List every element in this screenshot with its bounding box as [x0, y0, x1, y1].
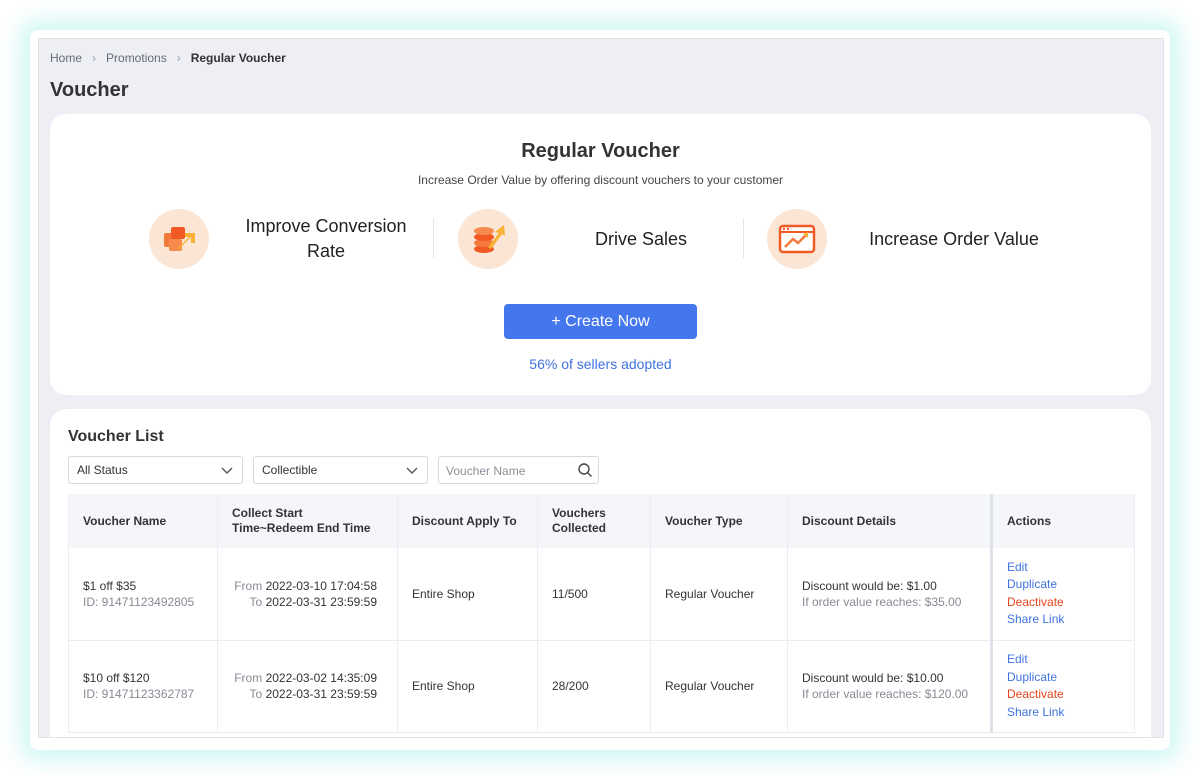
voucher-list-title: Voucher List: [68, 428, 164, 445]
table-row: $10 off $120 ID: 91471123362787 From 202…: [68, 640, 1135, 733]
collect-start-time: 2022-03-10 17:04:58: [265, 578, 377, 593]
adoption-rate-text: 56% of sellers adopted: [529, 356, 672, 372]
deactivate-link[interactable]: Deactivate: [1007, 594, 1120, 612]
discount-amount: Discount would be: $1.00: [802, 578, 937, 593]
to-label: To: [249, 687, 263, 701]
voucher-name: $10 off $120: [83, 671, 150, 685]
feature-label: Drive Sales: [594, 228, 688, 249]
search-icon[interactable]: [577, 462, 593, 478]
share-link[interactable]: Share Link: [1007, 704, 1120, 722]
redeem-end-time: 2022-03-31 23:59:59: [265, 687, 377, 701]
voucher-name: $1 off $35: [83, 578, 137, 593]
voucher-search-box: [438, 456, 599, 484]
status-filter-select[interactable]: All Status: [68, 456, 243, 484]
voucher-id: ID: 91471123492805: [83, 594, 195, 609]
voucher-id: ID: 91471123362787: [83, 687, 195, 701]
regular-voucher-card: Regular Voucher Increase Order Value by …: [50, 114, 1151, 395]
chevron-down-icon: [221, 467, 233, 474]
coins-arrow-icon: [458, 209, 518, 269]
feature-drive-sales: Drive Sales: [458, 208, 741, 270]
discount-amount: Discount would be: $10.00: [802, 671, 944, 685]
feature-label: Improve Conversion Rate: [245, 216, 407, 261]
breadcrumb-current: Regular Voucher: [190, 51, 286, 65]
to-label: To: [249, 594, 263, 609]
vouchers-collected: 28/200: [537, 640, 651, 733]
app-frame: Home › Promotions › Regular Voucher Vouc…: [38, 38, 1164, 738]
collect-start-time: 2022-03-02 14:35:09: [265, 671, 377, 685]
chevron-right-icon: ›: [176, 51, 181, 65]
chevron-down-icon: [406, 467, 418, 474]
voucher-name-search-input[interactable]: [446, 462, 571, 479]
voucher-type: Regular Voucher: [650, 640, 788, 733]
hero-title: Regular Voucher: [521, 140, 680, 162]
breadcrumb-promotions[interactable]: Promotions: [106, 51, 167, 65]
voucher-table: Voucher Name Collect Start Time~Redeem E…: [68, 494, 1135, 733]
edit-link[interactable]: Edit: [1007, 651, 1120, 669]
hero-subtitle: Increase Order Value by offering discoun…: [417, 173, 784, 187]
browser-chart-icon: [767, 209, 827, 269]
discount-condition: If order value reaches: $35.00: [802, 594, 962, 609]
breadcrumb-home[interactable]: Home: [50, 51, 82, 65]
feature-label: Increase Order Value: [869, 228, 1039, 249]
column-header: Voucher Type: [650, 494, 788, 548]
status-filter-value: All Status: [77, 463, 128, 477]
column-header: Collect Start Time~Redeem End Time: [217, 494, 398, 548]
discount-apply-to: Entire Shop: [397, 640, 538, 733]
edit-link[interactable]: Edit: [1007, 559, 1120, 577]
feature-improve-conversion: Improve Conversion Rate: [149, 208, 426, 270]
type-filter-select[interactable]: Collectible: [253, 456, 428, 484]
type-filter-value: Collectible: [262, 463, 318, 477]
feature-increase-order-value: Increase Order Value: [767, 208, 1064, 270]
duplicate-link[interactable]: Duplicate: [1007, 669, 1120, 687]
box-arrow-icon: [149, 209, 209, 269]
deactivate-link[interactable]: Deactivate: [1007, 686, 1120, 704]
voucher-list-card: Voucher List All Status Collectible Vouc…: [50, 409, 1151, 737]
table-header-row: Voucher Name Collect Start Time~Redeem E…: [68, 494, 1135, 548]
discount-condition: If order value reaches: $120.00: [802, 687, 969, 701]
vouchers-collected: 11/500: [537, 548, 651, 641]
share-link[interactable]: Share Link: [1007, 611, 1120, 629]
duplicate-link[interactable]: Duplicate: [1007, 576, 1120, 594]
discount-apply-to: Entire Shop: [397, 548, 538, 641]
column-header: Actions: [990, 494, 1135, 548]
from-label: From: [234, 671, 263, 685]
create-now-button[interactable]: + Create Now: [504, 304, 697, 339]
column-header: Voucher Name: [68, 494, 218, 548]
table-row: $1 off $35 ID: 91471123492805 From 2022-…: [68, 548, 1135, 641]
voucher-type: Regular Voucher: [650, 548, 788, 641]
from-label: From: [234, 578, 263, 593]
column-header: Vouchers Collected: [537, 494, 651, 548]
column-header: Discount Apply To: [397, 494, 538, 548]
breadcrumb: Home › Promotions › Regular Voucher: [50, 51, 286, 65]
column-header: Discount Details: [787, 494, 992, 548]
page-title: Voucher: [50, 79, 129, 101]
redeem-end-time: 2022-03-31 23:59:59: [265, 594, 377, 609]
chevron-right-icon: ›: [92, 51, 97, 65]
